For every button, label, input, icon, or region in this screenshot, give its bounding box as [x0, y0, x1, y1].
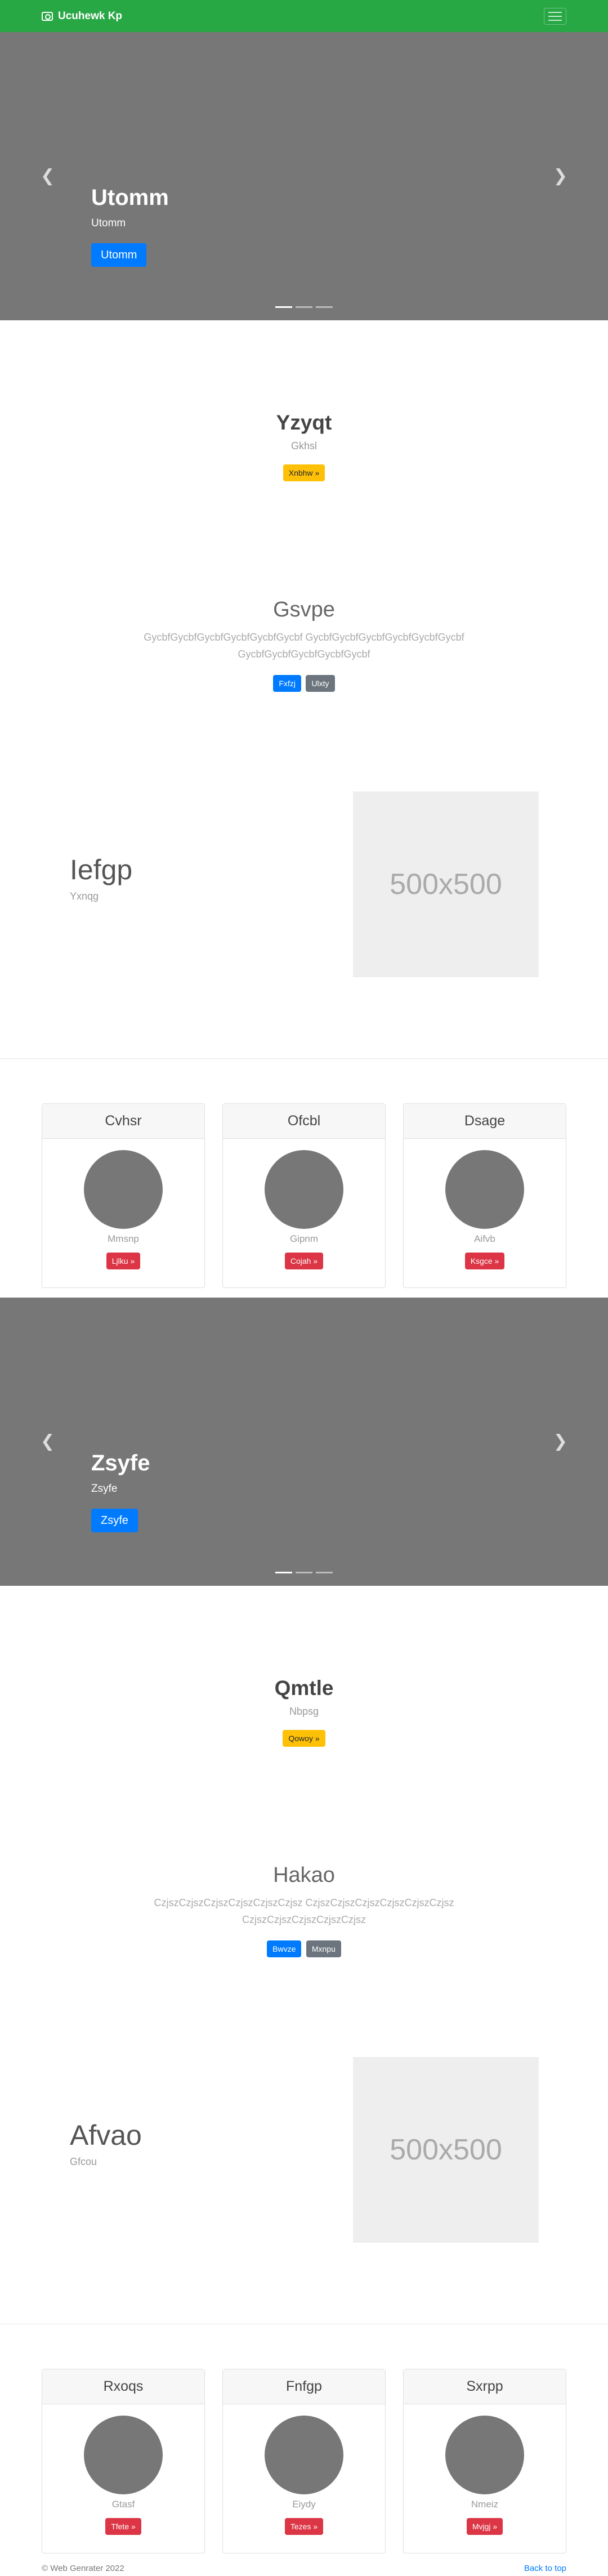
hamburger-icon [548, 11, 562, 13]
chevron-right-icon[interactable]: ❯ [553, 168, 567, 185]
card-header: Dsage [404, 1104, 566, 1139]
copyright-text: © Web Genrater 2022 [42, 2564, 124, 2573]
promo-button[interactable]: Qowoy » [283, 1730, 325, 1747]
carousel-caption: Utomm Utomm Utomm [91, 185, 169, 267]
card-name: Aifvb [474, 1233, 495, 1244]
section-title: Gsvpe [273, 598, 335, 621]
card-name: Mmsnp [108, 1233, 139, 1244]
carousel-button[interactable]: Utomm [91, 243, 147, 267]
navbar: Ucuhewk Kp [0, 0, 608, 32]
feature-section-1: Iefgp Yxnqg 500x500 [0, 791, 608, 978]
promo-section-1: Yzyqt Gkhsl Xnbhw » [0, 411, 608, 481]
card-button[interactable]: Cojah » [284, 1253, 324, 1269]
promo-subtitle: Gkhsl [290, 440, 317, 451]
card-name: Gtasf [111, 2499, 135, 2510]
navbar-brand[interactable]: Ucuhewk Kp [42, 10, 122, 23]
carousel-indicator[interactable] [275, 1572, 292, 1573]
carousel-indicators [275, 306, 333, 308]
avatar [445, 2416, 524, 2494]
profile-card: Dsage Aifvb Ksgce » [403, 1103, 566, 1288]
avatar [84, 1150, 163, 1229]
card-button[interactable]: Ksgce » [464, 1253, 505, 1269]
card-header: Fnfgp [223, 2369, 385, 2404]
chevron-left-icon[interactable]: ❮ [41, 168, 55, 185]
chevron-right-icon[interactable]: ❯ [553, 1433, 567, 1450]
chevron-left-icon[interactable]: ❮ [41, 1433, 55, 1450]
camera-icon [42, 11, 53, 21]
text-section-2: Hakao CzjszCzjszCzjszCzjszCzjszCzjsz Czj… [0, 1863, 608, 1957]
hero-carousel-1: ❮ ❯ Utomm Utomm Utomm [0, 32, 608, 320]
feature-title: Iefgp [70, 854, 133, 886]
brand-label: Ucuhewk Kp [58, 10, 123, 22]
promo-button[interactable]: Xnbhw » [283, 464, 325, 481]
section-primary-button[interactable]: Fxfzj [273, 675, 301, 692]
profile-card: Cvhsr Mmsnp Ljlku » [42, 1103, 205, 1288]
image-placeholder: 500x500 [353, 791, 539, 977]
promo-title: Qmtle [274, 1676, 334, 1700]
section-text: GycbfGycbfGycbfGycbfGycbfGycbf GycbfGycb… [144, 632, 464, 660]
carousel-indicator[interactable] [296, 306, 312, 308]
profile-card: Rxoqs Gtasf Tfete » [42, 2369, 205, 2553]
carousel-indicator[interactable] [316, 306, 333, 308]
section-title: Hakao [273, 1863, 335, 1887]
section-primary-button[interactable]: Bwvze [267, 1940, 302, 1957]
section-secondary-button[interactable]: Mxnpu [306, 1940, 341, 1957]
carousel-button[interactable]: Zsyfe [91, 1509, 138, 1532]
promo-title: Yzyqt [276, 411, 332, 434]
card-button[interactable]: Mvjgj » [466, 2518, 503, 2535]
carousel-subtitle: Zsyfe [91, 1483, 118, 1495]
hero-carousel-2: ❮ ❯ Zsyfe Zsyfe Zsyfe [0, 1298, 608, 1586]
card-header: Cvhsr [42, 1104, 204, 1139]
feature-title: Afvao [70, 2119, 142, 2151]
text-section-1: Gsvpe GycbfGycbfGycbfGycbfGycbfGycbf Gyc… [0, 598, 608, 692]
profile-card: Ofcbl Gipnm Cojah » [222, 1103, 386, 1288]
carousel-indicator[interactable] [296, 1572, 312, 1573]
feature-subtitle: Yxnqg [70, 891, 99, 902]
carousel-indicators [275, 1572, 333, 1573]
card-header: Rxoqs [42, 2369, 204, 2404]
section-secondary-button[interactable]: Ulxty [306, 675, 335, 692]
card-row-2: Rxoqs Gtasf Tfete » Fnfgp Eiydy Tezes » … [42, 2369, 566, 2553]
card-button[interactable]: Tezes » [284, 2518, 324, 2535]
avatar [445, 1150, 524, 1229]
carousel-caption: Zsyfe Zsyfe Zsyfe [91, 1451, 150, 1532]
card-button[interactable]: Ljlku » [106, 1253, 141, 1269]
feature-section-2: Afvao Gfcou 500x500 [0, 2057, 608, 2244]
divider [0, 1058, 608, 1059]
card-name: Gipnm [289, 1233, 319, 1244]
carousel-indicator[interactable] [316, 1572, 333, 1573]
card-name: Eiydy [292, 2499, 316, 2510]
feature-subtitle: Gfcou [70, 2156, 97, 2167]
profile-card: Fnfgp Eiydy Tezes » [222, 2369, 386, 2553]
promo-subtitle: Nbpsg [289, 1706, 319, 1717]
card-button[interactable]: Tfete » [105, 2518, 141, 2535]
avatar [265, 1150, 343, 1229]
carousel-indicator[interactable] [275, 306, 292, 308]
footer: © Web Genrater 2022 Back to top [42, 2564, 566, 2573]
card-header: Sxrpp [404, 2369, 566, 2404]
carousel-subtitle: Utomm [91, 217, 126, 229]
carousel-title: Zsyfe [91, 1451, 150, 1475]
card-name: Nmeiz [471, 2499, 499, 2510]
promo-section-2: Qmtle Nbpsg Qowoy » [0, 1676, 608, 1747]
profile-card: Sxrpp Nmeiz Mvjgj » [403, 2369, 566, 2553]
carousel-title: Utomm [91, 185, 169, 210]
card-header: Ofcbl [223, 1104, 385, 1139]
image-placeholder: 500x500 [353, 2057, 539, 2243]
card-row-1: Cvhsr Mmsnp Ljlku » Ofcbl Gipnm Cojah » … [42, 1103, 566, 1288]
back-to-top-link[interactable]: Back to top [524, 2564, 566, 2573]
avatar [84, 2416, 163, 2494]
avatar [265, 2416, 343, 2494]
navbar-toggler-button[interactable] [544, 7, 566, 25]
section-text: CzjszCzjszCzjszCzjszCzjszCzjsz CzjszCzjs… [154, 1897, 454, 1925]
